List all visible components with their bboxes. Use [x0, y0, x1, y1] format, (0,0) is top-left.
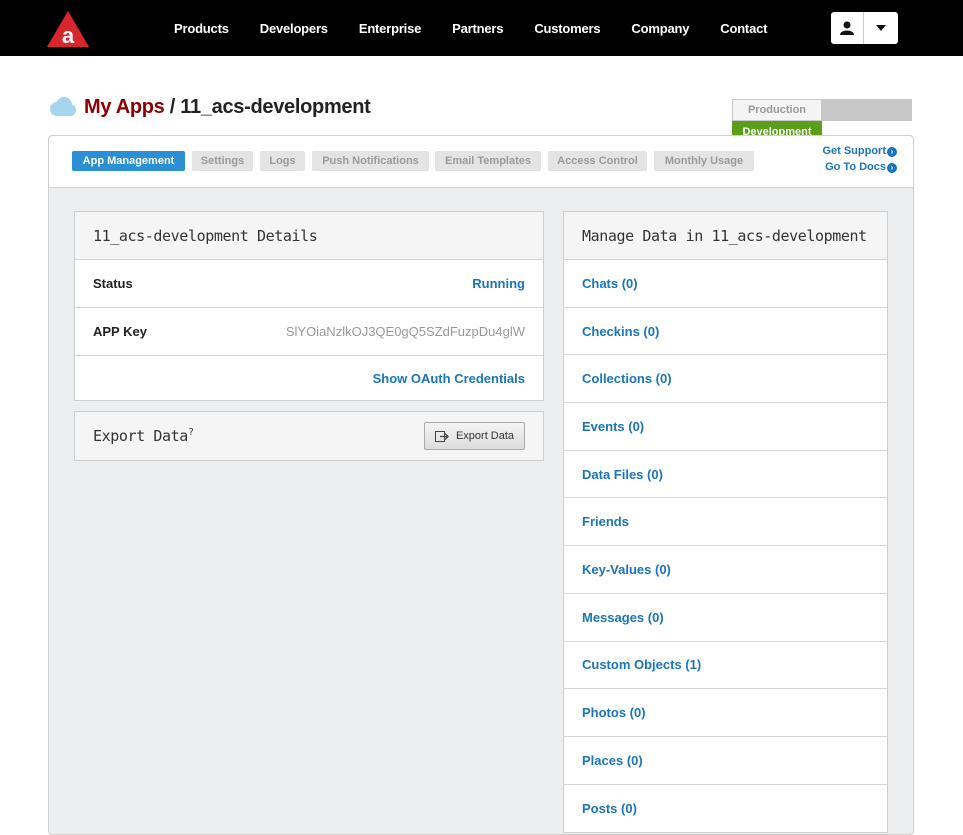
- top-nav: a Products Developers Enterprise Partner…: [0, 0, 963, 56]
- page-title: My Apps / 11_acs-development: [84, 96, 371, 119]
- chats-link[interactable]: Chats (0): [582, 276, 638, 291]
- manage-heading: Manage Data in 11_acs-development: [564, 212, 887, 260]
- app-key-label: APP Key: [93, 324, 147, 339]
- app-key-value: SlYOiaNzlkOJ3QE0gQ5SZdFuzpDu4glW: [285, 324, 525, 339]
- nav-customers[interactable]: Customers: [534, 21, 600, 36]
- nav-developers[interactable]: Developers: [260, 21, 328, 36]
- get-support-link[interactable]: Get Support ›: [822, 145, 897, 157]
- my-apps-link[interactable]: My Apps: [84, 96, 165, 118]
- export-header: Export Data? Export Data: [75, 412, 543, 460]
- oauth-row: Show OAuth Credentials: [75, 356, 543, 400]
- status-value[interactable]: Running: [472, 276, 525, 291]
- key-values-link[interactable]: Key-Values (0): [582, 562, 671, 577]
- get-support-label: Get Support: [822, 145, 886, 157]
- nav-links: Products Developers Enterprise Partners …: [174, 0, 798, 56]
- places-link[interactable]: Places (0): [582, 753, 643, 768]
- tab-push-notifications[interactable]: Push Notifications: [312, 151, 429, 171]
- arrow-right-icon: ›: [887, 147, 897, 157]
- list-item: Checkins (0): [564, 308, 887, 356]
- app-name: 11_acs-development: [180, 96, 371, 118]
- nav-contact[interactable]: Contact: [720, 21, 767, 36]
- friends-link[interactable]: Friends: [582, 514, 629, 529]
- manage-data-panel: Manage Data in 11_acs-development Chats …: [563, 211, 888, 834]
- custom-objects-link[interactable]: Custom Objects (1): [582, 657, 701, 672]
- list-item: Chats (0): [564, 260, 887, 308]
- tab-email-templates[interactable]: Email Templates: [435, 151, 541, 171]
- export-panel: Export Data? Export Data: [74, 411, 544, 461]
- list-item: Friends: [564, 498, 887, 547]
- nav-enterprise[interactable]: Enterprise: [359, 21, 422, 36]
- cloud-icon: [50, 97, 76, 116]
- list-item: Custom Objects (1): [564, 642, 887, 690]
- details-heading: 11_acs-development Details: [75, 212, 543, 260]
- nav-products[interactable]: Products: [174, 21, 229, 36]
- svg-text:a: a: [62, 23, 75, 48]
- nav-company[interactable]: Company: [631, 21, 689, 36]
- checkins-link[interactable]: Checkins (0): [582, 324, 659, 339]
- list-item: Messages (0): [564, 594, 887, 642]
- details-panel: 11_acs-development Details Status Runnin…: [74, 211, 544, 401]
- help-icon[interactable]: ?: [188, 427, 194, 438]
- env-toggle-track: [822, 99, 912, 121]
- arrow-right-icon: ›: [887, 163, 897, 173]
- list-item: Events (0): [564, 403, 887, 451]
- list-item: Posts (0): [564, 785, 887, 833]
- environment-toggle: Production Development: [732, 99, 912, 137]
- nav-partners[interactable]: Partners: [452, 21, 503, 36]
- messages-link[interactable]: Messages (0): [582, 610, 664, 625]
- export-icon: [434, 430, 449, 442]
- user-icon: [831, 12, 864, 44]
- export-heading: Export Data?: [93, 427, 194, 445]
- collections-link[interactable]: Collections (0): [582, 371, 672, 386]
- main-frame: App Management Settings Logs Push Notifi…: [48, 135, 914, 835]
- tab-logs[interactable]: Logs: [260, 151, 305, 171]
- chevron-down-icon[interactable]: [864, 12, 898, 44]
- list-item: Places (0): [564, 737, 887, 785]
- list-item: Key-Values (0): [564, 546, 887, 594]
- tab-access-control[interactable]: Access Control: [548, 151, 647, 171]
- events-link[interactable]: Events (0): [582, 419, 644, 434]
- status-row: Status Running: [75, 260, 543, 308]
- list-item: Collections (0): [564, 355, 887, 404]
- list-item: Data Files (0): [564, 451, 887, 499]
- export-data-button[interactable]: Export Data: [424, 422, 525, 450]
- go-to-docs-link[interactable]: Go To Docs ›: [822, 161, 897, 173]
- tab-app-management[interactable]: App Management: [72, 151, 185, 171]
- go-to-docs-label: Go To Docs: [825, 161, 886, 173]
- show-oauth-credentials-link[interactable]: Show OAuth Credentials: [373, 371, 525, 386]
- list-item: Photos (0): [564, 689, 887, 737]
- status-label: Status: [93, 276, 133, 291]
- export-button-label: Export Data: [455, 430, 515, 442]
- app-key-row: APP Key SlYOiaNzlkOJ3QE0gQ5SZdFuzpDu4glW: [75, 308, 543, 356]
- photos-link[interactable]: Photos (0): [582, 705, 646, 720]
- user-menu-button[interactable]: [831, 12, 898, 44]
- tab-settings[interactable]: Settings: [192, 151, 253, 171]
- posts-link[interactable]: Posts (0): [582, 801, 637, 816]
- env-production[interactable]: Production: [732, 99, 822, 121]
- support-links: Get Support › Go To Docs ›: [822, 145, 897, 177]
- data-files-link[interactable]: Data Files (0): [582, 467, 663, 482]
- title-separator: /: [164, 96, 181, 118]
- appcelerator-logo[interactable]: a: [46, 10, 90, 48]
- tab-bar: App Management Settings Logs Push Notifi…: [49, 136, 913, 188]
- tab-monthly-usage[interactable]: Monthly Usage: [654, 151, 754, 171]
